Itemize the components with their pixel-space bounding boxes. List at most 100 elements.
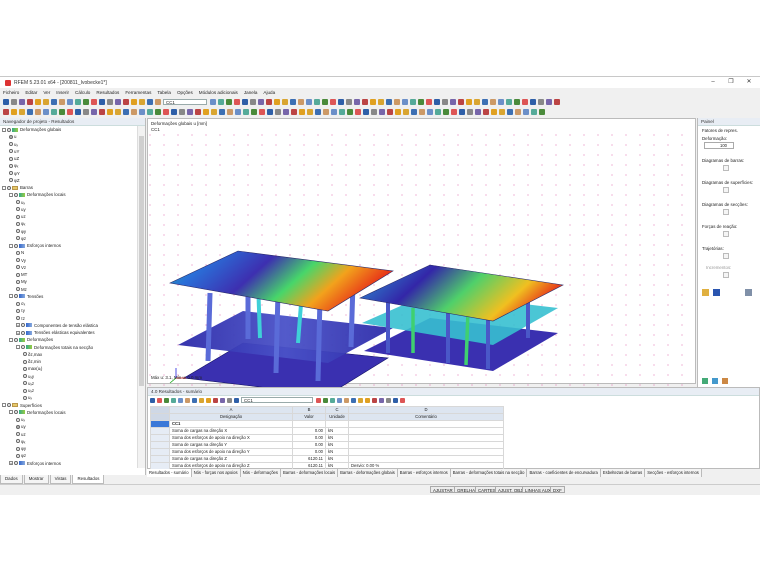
results-tab[interactable]: Resultados - sumário xyxy=(147,469,192,477)
toolbar-tool-icon[interactable] xyxy=(418,98,424,105)
results-tool-icon[interactable] xyxy=(379,397,384,403)
toolbar-tool-icon[interactable] xyxy=(386,98,392,105)
toolbar-tool-icon[interactable] xyxy=(491,108,497,115)
toolbar-tool-icon[interactable] xyxy=(426,98,432,105)
tree-item[interactable]: Vy xyxy=(0,257,138,264)
checkbox[interactable] xyxy=(14,410,18,415)
tab-mostrar[interactable]: Mostrar xyxy=(23,475,49,484)
tree-item[interactable]: - Esforços internos xyxy=(0,242,138,249)
radio-button[interactable] xyxy=(9,156,13,161)
tree-item[interactable]: Vz xyxy=(0,264,138,271)
results-tool-icon[interactable] xyxy=(171,397,176,403)
maximize-button[interactable]: ❐ xyxy=(722,78,740,87)
tree-item[interactable]: δz,min xyxy=(0,358,138,365)
toolbar-tool-icon[interactable] xyxy=(379,108,385,115)
panel-tab-colors-icon[interactable] xyxy=(702,378,708,384)
checkbox[interactable] xyxy=(21,345,25,350)
tree-item[interactable]: N xyxy=(0,249,138,256)
toolbar-tool-icon[interactable] xyxy=(251,108,257,115)
toolbar-tool-icon[interactable] xyxy=(378,98,384,105)
results-loadcase-combo[interactable]: CC1 xyxy=(241,397,313,403)
results-tool-icon[interactable] xyxy=(178,397,183,403)
toolbar-tool-icon[interactable] xyxy=(83,108,89,115)
tree-item[interactable]: - Superfícies xyxy=(0,402,138,409)
toolbar-tool-icon[interactable] xyxy=(387,108,393,115)
tree-item[interactable]: uZ xyxy=(0,155,138,162)
status-dxf[interactable]: DXF xyxy=(550,486,565,493)
expand-toggle-icon[interactable]: - xyxy=(9,410,13,415)
toolbar-tool-icon[interactable] xyxy=(498,98,504,105)
toolbar-tool-icon[interactable] xyxy=(19,108,25,115)
toolbar-tool-icon[interactable] xyxy=(298,98,304,105)
toolbar-tool-icon[interactable] xyxy=(467,108,473,115)
table-row[interactable]: Soma de cargas na direção X 0.00 kN xyxy=(150,427,504,435)
table-row[interactable]: Soma dos esforços de apoio na direção X0… xyxy=(150,434,504,442)
toolbar-tool-icon[interactable] xyxy=(210,98,216,105)
radio-button[interactable] xyxy=(16,207,20,212)
toolbar-tool-icon[interactable] xyxy=(267,108,273,115)
toolbar-tool-icon[interactable] xyxy=(275,108,281,115)
toolbar-tool-icon[interactable] xyxy=(370,98,376,105)
tree-item[interactable]: - Tensões xyxy=(0,293,138,300)
results-tool-icon[interactable] xyxy=(227,397,232,403)
toolbar-tool-icon[interactable] xyxy=(354,98,360,105)
radio-button[interactable] xyxy=(16,308,20,313)
tree-item[interactable]: τz xyxy=(0,315,138,322)
radio-button[interactable] xyxy=(16,453,20,458)
toolbar-tool-icon[interactable] xyxy=(250,98,256,105)
tab-vistas[interactable]: Vistas xyxy=(49,475,72,484)
toolbar-tool-icon[interactable] xyxy=(507,108,513,115)
toolbar-tool-icon[interactable] xyxy=(499,108,505,115)
toolbar-tool-icon[interactable] xyxy=(411,108,417,115)
toolbar-tool-icon[interactable] xyxy=(514,98,520,105)
bar-diagram-spinner[interactable] xyxy=(723,165,729,171)
radio-button[interactable] xyxy=(16,439,20,444)
toolbar-tool-icon[interactable] xyxy=(323,108,329,115)
results-tool-icon[interactable] xyxy=(393,397,398,403)
tree-item[interactable]: - Deformações locais xyxy=(0,409,138,416)
toolbar-tool-icon[interactable] xyxy=(450,98,456,105)
results-tool-icon[interactable] xyxy=(365,397,370,403)
expand-toggle-icon[interactable]: - xyxy=(9,294,13,299)
toolbar-tool-icon[interactable] xyxy=(546,98,552,105)
menu-tabela[interactable]: Tabela xyxy=(157,90,171,95)
toolbar-tool-icon[interactable] xyxy=(338,98,344,105)
toolbar-tool-icon[interactable] xyxy=(299,108,305,115)
radio-button[interactable] xyxy=(16,250,20,255)
results-tool-icon[interactable] xyxy=(337,397,342,403)
results-tab[interactable]: Barras - deformações locais xyxy=(280,469,339,477)
toolbar-tool-icon[interactable] xyxy=(522,98,528,105)
results-tab[interactable]: Nós - deformações xyxy=(240,469,281,477)
results-tab[interactable]: Barras - coeficientes de encurvadura xyxy=(527,469,601,477)
checkbox[interactable] xyxy=(7,403,11,408)
radio-button[interactable] xyxy=(16,287,20,292)
toolbar-tool-icon[interactable] xyxy=(219,108,225,115)
checkbox[interactable] xyxy=(14,337,18,342)
reaction-forces-spinner[interactable] xyxy=(723,231,729,237)
toolbar-tool-icon[interactable] xyxy=(530,98,536,105)
tree-item[interactable]: φz xyxy=(0,452,138,459)
toolbar-tool-icon[interactable] xyxy=(91,108,97,115)
tree-item[interactable]: - Deformações xyxy=(0,336,138,343)
toolbar-tool-icon[interactable] xyxy=(539,108,545,115)
toolbar-tool-icon[interactable] xyxy=(395,108,401,115)
radio-button[interactable] xyxy=(23,395,27,400)
toolbar-tool-icon[interactable] xyxy=(331,108,337,115)
menu-ferramentas[interactable]: Ferramentas xyxy=(125,90,151,95)
results-tab[interactable]: Barras - deformações totais na secção xyxy=(450,469,528,477)
checkbox[interactable] xyxy=(7,127,11,132)
tree-item[interactable]: φz xyxy=(0,235,138,242)
toolbar-tool-icon[interactable] xyxy=(443,108,449,115)
tab-dados[interactable]: Dados xyxy=(0,475,23,484)
toolbar-tool-icon[interactable] xyxy=(115,98,121,105)
toolbar-tool-icon[interactable] xyxy=(179,108,185,115)
toolbar-tool-icon[interactable] xyxy=(227,108,233,115)
toolbar-tool-icon[interactable] xyxy=(51,108,57,115)
tree-item[interactable]: - Deformações totais na secção xyxy=(0,344,138,351)
tree-item[interactable]: uy xyxy=(0,423,138,430)
tree-item[interactable]: uₓ xyxy=(0,141,138,148)
toolbar-tool-icon[interactable] xyxy=(3,108,9,115)
radio-button[interactable] xyxy=(9,149,13,154)
radio-button[interactable] xyxy=(23,359,27,364)
tree-item[interactable]: MT xyxy=(0,271,138,278)
